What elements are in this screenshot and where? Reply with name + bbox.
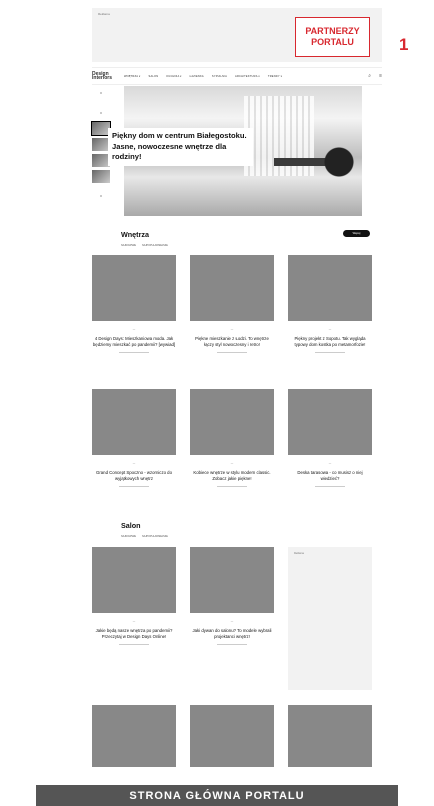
article-title[interactable]: Piękne mieszkanie z Łodzi. To wnętrze łą… [190, 336, 274, 347]
menu-icon[interactable]: ≡ [379, 73, 382, 79]
article-card[interactable]: — Kobiece wnętrze w stylu modern classic… [190, 389, 274, 488]
subnav-newest[interactable]: NAJNOWSZE [121, 535, 136, 538]
scroll-dot [100, 195, 102, 197]
article-meta [315, 486, 345, 488]
subnav-popular[interactable]: NAJPOPULARNIEJSZE [142, 244, 168, 247]
section-subnav: NAJNOWSZE NAJPOPULARNIEJSZE [121, 244, 168, 247]
scroll-dot [100, 92, 102, 94]
search-icon[interactable]: ⌕ [368, 73, 371, 79]
more-button[interactable]: Więcej [343, 230, 370, 237]
sidebar-ad[interactable]: Reklama [288, 547, 372, 690]
hero-caption[interactable]: Piękny dom w centrum Białegostoku. Jasne… [108, 128, 253, 166]
main-nav: Design Interiors WNĘTRZA ▾ SALON KUCHNIA… [92, 67, 382, 85]
nav-item-lazienka[interactable]: ŁAZIENKA [190, 75, 204, 78]
article-title[interactable]: Jaki dywan do salonu? To modele wybrali … [190, 628, 274, 639]
article-title[interactable]: Deska tarasowa - co musisz o niej wiedzi… [288, 470, 372, 481]
nav-item-wnetrza[interactable]: WNĘTRZA ▾ [124, 75, 141, 78]
article-meta [119, 352, 149, 354]
nav-item-architektura[interactable]: ARCHITEKTURA ▾ [235, 75, 260, 78]
article-meta [217, 486, 247, 488]
article-card[interactable] [92, 705, 176, 767]
section-title-salon: Salon [121, 521, 141, 530]
article-date: — [328, 462, 332, 465]
article-image[interactable] [92, 547, 176, 613]
article-card[interactable]: — Deska tarasowa - co musisz o niej wied… [288, 389, 372, 488]
article-date: — [132, 620, 136, 623]
article-card[interactable] [288, 705, 372, 767]
article-title[interactable]: Piękny projekt z Sopotu. Tak wygląda typ… [288, 336, 372, 347]
article-image[interactable] [92, 705, 176, 767]
nav-item-salon[interactable]: SALON [149, 75, 159, 78]
article-title[interactable]: 4 Design Days: Mieszkaniowa moda. Jak bę… [92, 336, 176, 347]
article-date: — [230, 462, 234, 465]
article-card[interactable]: — Piękny projekt z Sopotu. Tak wygląda t… [288, 255, 372, 354]
nav-item-trendy[interactable]: TRENDY ▾ [268, 75, 282, 78]
article-image[interactable] [288, 389, 372, 455]
article-meta [119, 644, 149, 646]
article-image[interactable] [288, 255, 372, 321]
article-meta [217, 352, 247, 354]
scroll-dot [100, 112, 102, 114]
article-image[interactable] [190, 705, 274, 767]
article-date: — [328, 328, 332, 331]
article-image[interactable] [92, 255, 176, 321]
article-image[interactable] [92, 389, 176, 455]
article-image[interactable] [190, 389, 274, 455]
page-caption-bar: STRONA GŁÓWNA PORTALU [36, 785, 398, 806]
article-card[interactable]: — Piękne mieszkanie z Łodzi. To wnętrze … [190, 255, 274, 354]
subnav-popular[interactable]: NAJPOPULARNIEJSZE [142, 535, 168, 538]
article-date: — [230, 328, 234, 331]
article-meta [119, 486, 149, 488]
site-logo[interactable]: Design Interiors [92, 72, 114, 81]
article-date: — [132, 328, 136, 331]
article-meta [217, 644, 247, 646]
article-card[interactable]: — Jaki dywan do salonu? To modele wybral… [190, 547, 274, 646]
article-title[interactable]: Grand Concept Spoczno - wzorniczo do wyj… [92, 470, 176, 481]
article-card[interactable]: — Grand Concept Spoczno - wzorniczo do w… [92, 389, 176, 488]
article-card[interactable]: — Jakie będą nasze wnętrza po pandemii? … [92, 547, 176, 646]
hero-thumbnail[interactable] [92, 170, 110, 183]
ad-label: Reklama [98, 12, 110, 16]
nav-item-sypialnia[interactable]: SYPIALNIA [212, 75, 227, 78]
article-date: — [132, 462, 136, 465]
article-image[interactable] [190, 255, 274, 321]
section-subnav: NAJNOWSZE NAJPOPULARNIEJSZE [121, 535, 168, 538]
article-image[interactable] [288, 705, 372, 767]
article-image[interactable] [190, 547, 274, 613]
article-meta [315, 352, 345, 354]
article-title[interactable]: Jakie będą nasze wnętrza po pandemii? Pr… [92, 628, 176, 639]
article-card[interactable]: — 4 Design Days: Mieszkaniowa moda. Jak … [92, 255, 176, 354]
hero-plant [324, 141, 354, 201]
subnav-newest[interactable]: NAJNOWSZE [121, 244, 136, 247]
nav-item-kuchnia[interactable]: KUCHNIA ▾ [166, 75, 181, 78]
article-card[interactable] [190, 705, 274, 767]
ad-label: Reklama [294, 552, 304, 555]
section-title-wnetrza: Wnętrza [121, 230, 149, 239]
article-title[interactable]: Kobiece wnętrze w stylu modern classic. … [190, 470, 274, 481]
annotation-number: 1 [399, 35, 409, 54]
article-date: — [230, 620, 234, 623]
partner-box[interactable]: PARTNERZY PORTALU [295, 17, 370, 57]
